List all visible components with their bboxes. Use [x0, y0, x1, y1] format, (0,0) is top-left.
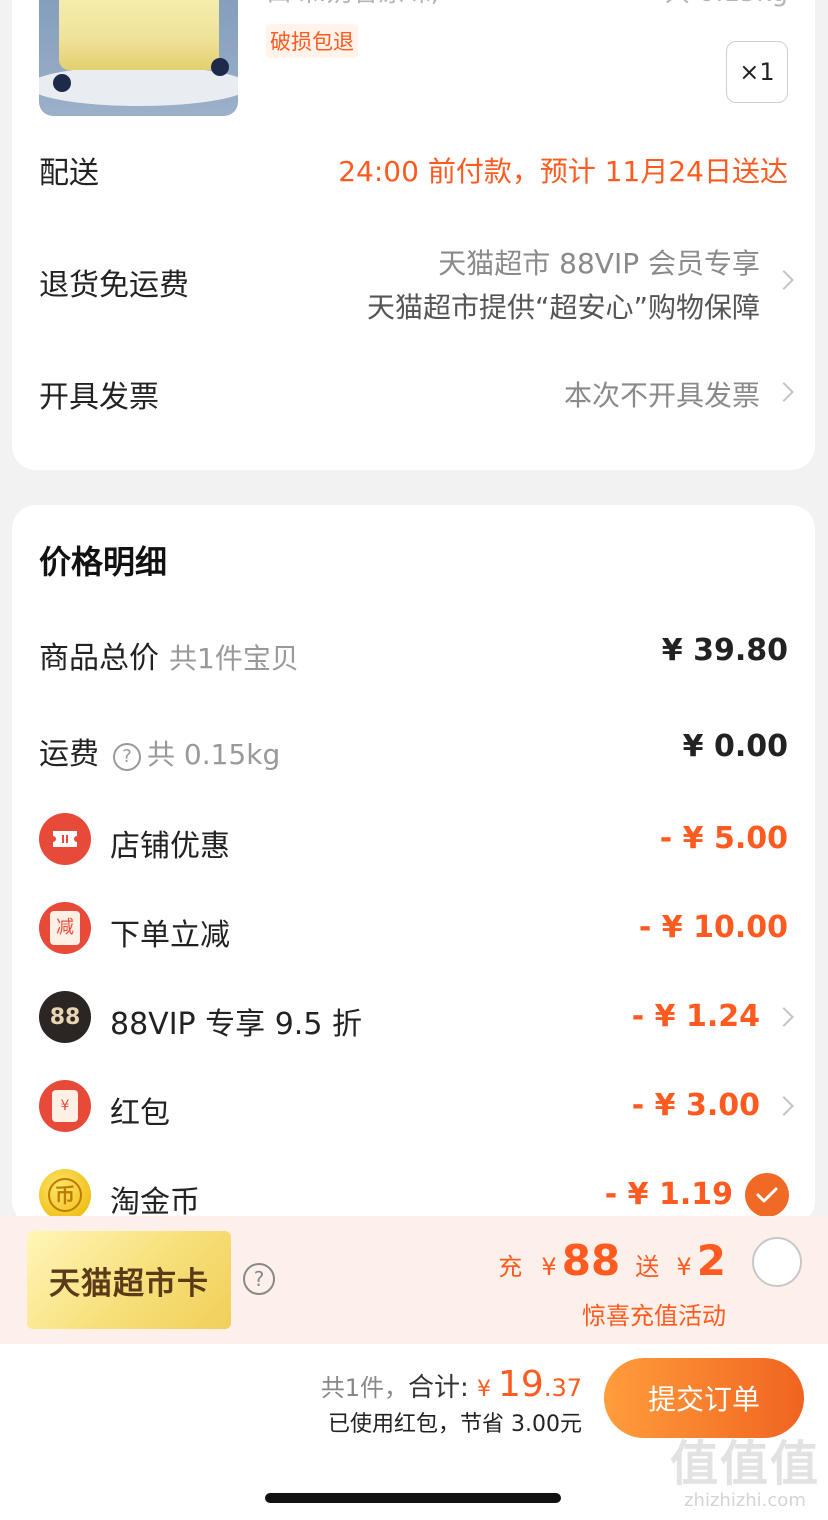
gold-coin-checkbox[interactable] [745, 1173, 789, 1217]
recharge-activity: 惊喜充值活动 [582, 1302, 726, 1330]
return-line1: 天猫超市 88VIP 会员专享 [438, 247, 760, 280]
chevron-right-icon [774, 1096, 794, 1116]
ticket-icon [39, 813, 91, 865]
quantity-stepper[interactable]: ×1 [726, 41, 788, 103]
envelope-symbol: ¥ [52, 1090, 78, 1122]
item-count: 共1件， [320, 1374, 408, 1402]
product-flavor: 口味:奶香原味; [266, 0, 440, 9]
total-decimal: .37 [543, 1374, 582, 1402]
vip88-text: 88 [49, 1004, 81, 1030]
red-envelope-icon: ¥ [39, 1080, 91, 1132]
total-integer: 19 [498, 1364, 544, 1405]
store-discount-value: - ¥ 5.00 [659, 821, 788, 856]
order-reduction-label: 下单立减 [110, 918, 230, 953]
shipping-weight: 共 0.15kg [147, 738, 281, 771]
checkout-footer: 共1件，合计: ¥ 19.37 已使用红包，节省 3.00元 提交订单 值值值 … [0, 1344, 828, 1520]
recharge-offer: 充 ¥ 88 送 ¥ 2 [498, 1236, 726, 1285]
recharge-banner: 天猫超市卡 ? 充 ¥ 88 送 ¥ 2 惊喜充值活动 [0, 1216, 828, 1344]
cake-graphic [59, 0, 219, 70]
product-image[interactable] [39, 0, 238, 116]
delivery-value: 24:00 前付款，预计 11月24日送达 [338, 155, 788, 188]
shipping-value: ¥ 0.00 [682, 729, 788, 764]
vip88-icon: 88 [39, 991, 91, 1043]
berry-graphic [53, 74, 71, 92]
order-reduction-value: - ¥ 10.00 [638, 910, 788, 945]
invoice-value: 本次不开具发票 [563, 379, 760, 412]
recharge-amount: 88 [561, 1236, 621, 1285]
store-discount-label: 店铺优惠 [110, 829, 230, 864]
return-shipping-info: 天猫超市 88VIP 会员专享 天猫超市提供“超安心”购物保障 [367, 242, 760, 326]
recharge-radio[interactable] [752, 1237, 802, 1287]
total-yen: ¥ [477, 1377, 499, 1402]
watermark-logo: 值值值 [669, 1436, 820, 1492]
price-detail-title: 价格明细 [39, 543, 168, 581]
help-icon[interactable]: ? [113, 743, 141, 771]
checkmark-icon [756, 1187, 778, 1203]
return-tag: 破损包退 [266, 24, 358, 58]
berry-graphic [211, 58, 229, 76]
goods-total-text: 商品总价 [39, 641, 159, 676]
goods-total-count: 共1件宝贝 [169, 642, 299, 675]
shipping-label: 运费? 共 0.15kg [39, 729, 280, 773]
savings-note: 已使用红包，节省 3.00元 [328, 1412, 582, 1437]
chevron-right-icon [774, 1007, 794, 1027]
delivery-label: 配送 [39, 156, 99, 191]
goods-total-label: 商品总价 共1件宝贝 [39, 633, 299, 677]
gold-coin-icon: 币 [39, 1169, 91, 1221]
return-shipping-label: 退货免运费 [39, 268, 189, 303]
jian-badge-icon: 减 [39, 902, 91, 954]
invoice-label: 开具发票 [39, 380, 159, 415]
vip-discount-label: 88VIP 专享 9.5 折 [110, 1007, 362, 1042]
price-detail-card: 价格明细 商品总价 共1件宝贝 ¥ 39.80 运费? 共 0.15kg ¥ 0.0… [12, 505, 815, 1225]
recharge-prefix: 充 [498, 1253, 523, 1281]
site-watermark: 值值值 zhizhizhi.com [670, 1424, 820, 1511]
watermark-url: zhizhizhi.com [684, 1490, 806, 1511]
home-indicator[interactable] [265, 1493, 561, 1503]
return-line2: 天猫超市提供“超安心”购物保障 [366, 291, 760, 324]
help-icon[interactable]: ? [243, 1263, 275, 1295]
total-label: 合计: [407, 1373, 478, 1403]
gold-coin-label: 淘金币 [110, 1185, 200, 1220]
recharge-yen: ¥ [541, 1253, 557, 1281]
gold-coin-value: - ¥ 1.19 [604, 1177, 733, 1212]
jian-badge-text: 减 [50, 911, 80, 945]
shipping-text: 运费 [39, 737, 99, 772]
goods-total-value: ¥ 39.80 [661, 633, 788, 668]
tmall-supermarket-card-badge[interactable]: 天猫超市卡 [27, 1231, 231, 1329]
chevron-right-icon [774, 382, 794, 402]
product-weight: 共 0.15kg [664, 0, 788, 9]
gift-amount: 2 [696, 1236, 726, 1285]
red-envelope-label: 红包 [110, 1096, 170, 1131]
gift-prefix: 送 [635, 1253, 660, 1281]
order-total: 共1件，合计: ¥ 19.37 [321, 1364, 582, 1405]
chevron-right-icon [774, 270, 794, 290]
gift-yen: ¥ [676, 1253, 692, 1281]
vip-discount-value: - ¥ 1.24 [631, 999, 760, 1034]
red-envelope-value: - ¥ 3.00 [631, 1088, 760, 1123]
order-info-card: 口味:奶香原味; 共 0.15kg 破损包退 ×1 配送 24:00 前付款，预… [12, 0, 815, 470]
coin-symbol: 币 [48, 1178, 82, 1212]
